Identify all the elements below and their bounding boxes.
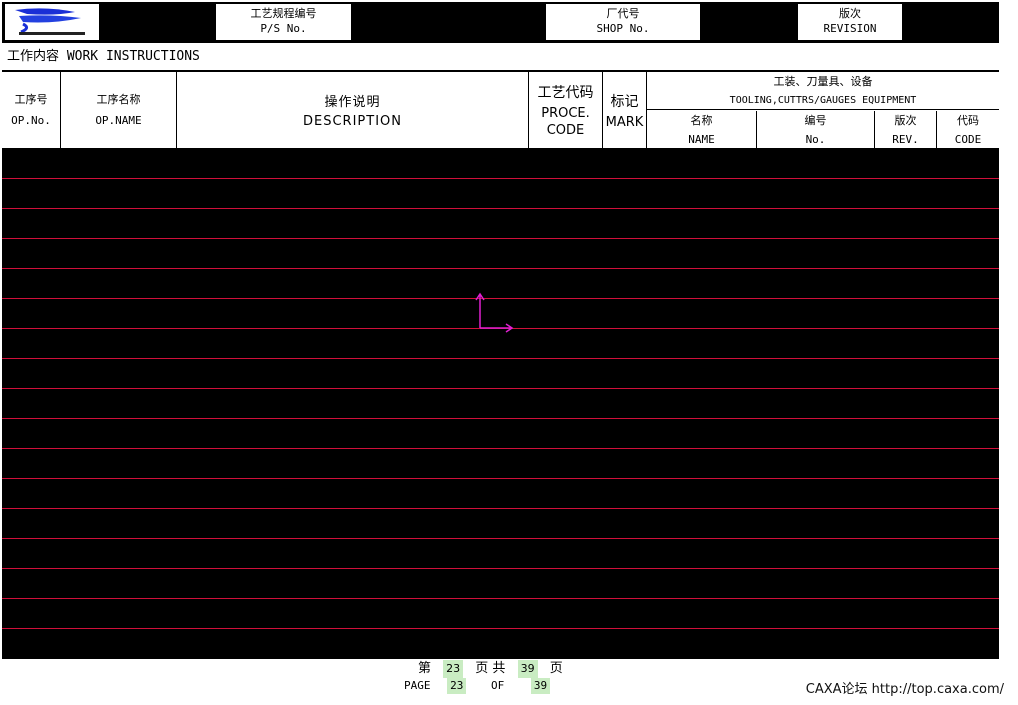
row-line bbox=[2, 208, 999, 209]
tooling-en: TOOLING,CUTTRS/GAUGES EQUIPMENT bbox=[729, 95, 917, 106]
page-info-cn: 第 23 页 共 39 页 bbox=[400, 660, 590, 678]
mark-cn: 标记 bbox=[610, 93, 639, 110]
op-name-en: OP.NAME bbox=[95, 114, 142, 127]
row-line bbox=[2, 358, 999, 359]
row-line bbox=[2, 268, 999, 269]
col-mark: 标记 MARK bbox=[603, 72, 647, 148]
logo-icon bbox=[15, 8, 85, 35]
tooling-code-cn: 代码 bbox=[957, 113, 979, 127]
ps-no-en: P/S No. bbox=[260, 22, 307, 35]
row-line bbox=[2, 448, 999, 449]
proc-code-en1: PROCE. bbox=[541, 106, 590, 121]
company-logo bbox=[4, 3, 100, 41]
page-total: 39 bbox=[517, 660, 538, 678]
row-line bbox=[2, 238, 999, 239]
col-description: 操作说明 DESCRIPTION bbox=[177, 72, 529, 148]
revision-label: 版次 REVISION bbox=[797, 3, 903, 41]
col-op-name: 工序名称 OP.NAME bbox=[61, 72, 177, 148]
revision-en: REVISION bbox=[823, 22, 877, 35]
row-line bbox=[2, 478, 999, 479]
tooling-no-cn: 编号 bbox=[804, 113, 827, 127]
column-header-row: 工序号 OP.No. 工序名称 OP.NAME 操作说明 DESCRIPTION… bbox=[2, 72, 999, 149]
page-total-en: 39 bbox=[530, 678, 551, 694]
op-no-cn: 工序号 bbox=[14, 93, 48, 106]
col-tooling: 工装、刀量具、设备 TOOLING,CUTTRS/GAUGES EQUIPMEN… bbox=[647, 72, 999, 148]
revision-cn: 版次 bbox=[839, 7, 861, 20]
page-cn-mid: 页 共 bbox=[475, 661, 506, 676]
ucs-axis-icon bbox=[475, 292, 514, 333]
row-line bbox=[2, 418, 999, 419]
tooling-sub-code: 代码 CODE bbox=[937, 111, 999, 148]
tooling-sub-no: 编号 No. bbox=[757, 111, 875, 148]
proc-code-en2: CODE bbox=[546, 123, 585, 138]
description-en: DESCRIPTION bbox=[303, 114, 402, 129]
section-title: 工作内容 WORK INSTRUCTIONS bbox=[7, 49, 200, 64]
description-cn: 操作说明 bbox=[324, 95, 381, 110]
page-cn-prefix: 第 bbox=[418, 661, 432, 676]
forum-watermark: CAXA论坛 http://top.caxa.com/ bbox=[805, 682, 1004, 697]
tooling-rev-cn: 版次 bbox=[894, 113, 917, 127]
ps-no-label: 工艺规程编号 P/S No. bbox=[215, 3, 352, 41]
op-name-cn: 工序名称 bbox=[96, 93, 141, 106]
col-op-no: 工序号 OP.No. bbox=[2, 72, 61, 148]
col-proc-code: 工艺代码 PROCE. CODE bbox=[529, 72, 603, 148]
page-current-en: 23 bbox=[447, 678, 467, 694]
page-en-prefix: PAGE bbox=[404, 679, 431, 692]
tooling-sub-name: 名称 NAME bbox=[647, 111, 757, 148]
shop-no-label: 厂代号 SHOP No. bbox=[545, 3, 701, 41]
page-info-en: PAGE 23 OF 39 bbox=[400, 678, 590, 694]
page-current: 23 bbox=[443, 660, 464, 678]
shop-no-en: SHOP No. bbox=[596, 22, 650, 35]
ps-no-cn: 工艺规程编号 bbox=[250, 7, 317, 20]
row-line bbox=[2, 538, 999, 539]
tooling-name-cn: 名称 bbox=[690, 113, 713, 127]
page-en-mid: OF bbox=[491, 679, 505, 692]
page-info: 第 23 页 共 39 页 PAGE 23 OF 39 bbox=[400, 660, 590, 700]
op-no-en: OP.No. bbox=[11, 114, 51, 127]
drawing-sheet: 工艺规程编号 P/S No. 厂代号 SHOP No. 版次 REVISION … bbox=[2, 2, 999, 659]
tooling-heading: 工装、刀量具、设备 TOOLING,CUTTRS/GAUGES EQUIPMEN… bbox=[647, 72, 999, 110]
row-line bbox=[2, 598, 999, 599]
page-cn-suffix: 页 bbox=[549, 661, 563, 676]
mark-en: MARK bbox=[605, 114, 644, 130]
tooling-code-en: CODE bbox=[954, 132, 982, 146]
row-line bbox=[2, 388, 999, 389]
section-title-bar: 工作内容 WORK INSTRUCTIONS bbox=[2, 42, 999, 71]
tooling-name-en: NAME bbox=[688, 132, 715, 146]
tooling-no-en: No. bbox=[805, 132, 826, 146]
tooling-sub-rev: 版次 REV. bbox=[875, 111, 937, 148]
tooling-cn: 工装、刀量具、设备 bbox=[773, 75, 873, 88]
row-line bbox=[2, 178, 999, 179]
proc-code-cn: 工艺代码 bbox=[537, 85, 594, 101]
shop-no-cn: 厂代号 bbox=[606, 7, 640, 20]
tooling-rev-en: REV. bbox=[892, 132, 919, 146]
row-line bbox=[2, 508, 999, 509]
row-line bbox=[2, 568, 999, 569]
row-line bbox=[2, 628, 999, 629]
